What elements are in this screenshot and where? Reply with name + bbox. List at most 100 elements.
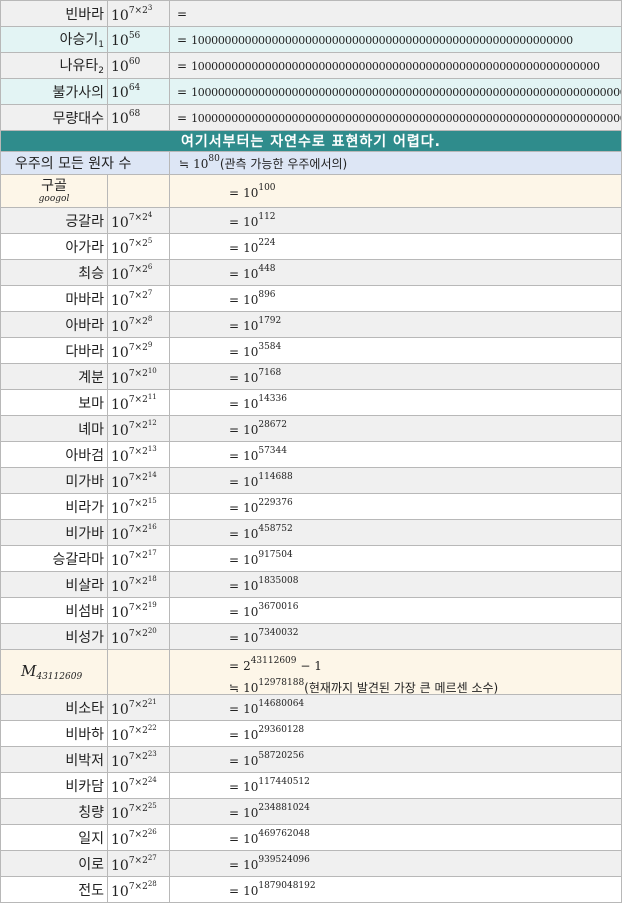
power-expr: 10896 <box>243 290 275 307</box>
table-row: 무량대수 1068 = 1000000000000000000000000000000… <box>0 104 622 131</box>
power-expr: 10234881024 <box>243 803 310 820</box>
power-base: 10 <box>243 754 259 768</box>
power-exponent: 7×220 <box>128 626 157 639</box>
power-expr: 1014680064 <box>243 699 304 716</box>
power-expr: 107×216 <box>111 523 157 543</box>
power-expr: 10112 <box>243 212 275 229</box>
power-exponent-inner: 18 <box>147 574 157 583</box>
googol-korean: 구골 <box>41 177 67 194</box>
power-base: 10 <box>111 266 129 283</box>
power-base: 10 <box>111 857 129 874</box>
power-base: 10 <box>111 753 129 770</box>
unit-name: 마바라 <box>0 285 108 312</box>
unit-value: = 1058720256 <box>169 746 622 773</box>
power-exponent: 7×29 <box>128 340 153 353</box>
power-base: 10 <box>243 553 259 567</box>
unit-power: 107×221 <box>107 694 170 721</box>
power-exponent: 939524096 <box>258 855 310 865</box>
power-exponent: 58720256 <box>258 751 305 761</box>
table-row: 최승 107×26 = 10448 <box>0 259 622 286</box>
power-base: 10 <box>111 883 129 900</box>
unit-value: = 103670016 <box>169 597 622 624</box>
power-exponent: 7×28 <box>128 314 153 327</box>
power-exponent-inner: 3 <box>147 3 153 12</box>
power-base: 10 <box>111 32 129 49</box>
mersenne-note: (현재까지 발견된 가장 큰 메르센 소수) <box>304 681 499 695</box>
power-base: 10 <box>243 832 259 846</box>
power-expr: 107×224 <box>111 776 157 796</box>
power-expr: 107×221 <box>111 697 157 718</box>
power-exponent-inner: 9 <box>147 340 153 349</box>
unit-power: 107×218 <box>107 571 170 598</box>
table-row: 빈바라 107×23 = <box>0 0 622 27</box>
equals-sign: = <box>229 371 240 385</box>
unit-power: 107×210 <box>107 363 170 390</box>
table-row: 구골 googol = 10100 <box>0 174 622 208</box>
table-row: 나유타2 1060 = 1000000000000000000000000000000… <box>0 52 622 79</box>
unit-power: 107×214 <box>107 467 170 494</box>
power-expr: 107340032 <box>243 628 298 645</box>
power-exponent-inner: 5 <box>147 236 153 245</box>
power-expr: 1028672 <box>243 420 287 437</box>
equals-sign: = <box>229 527 240 541</box>
power-exponent-inner: 7 <box>147 288 153 297</box>
equals-sign: = <box>229 501 240 515</box>
unit-value: = 100000000000000000000000000000000000000… <box>169 52 622 79</box>
power-expr: 107×212 <box>111 418 157 439</box>
power-expr: 10448 <box>243 264 275 281</box>
unit-power: 107×223 <box>107 746 170 773</box>
table-row: 보마 107×211 = 1014336 <box>0 389 622 416</box>
power-expr: 107×227 <box>111 854 157 874</box>
power-exponent-inner: 10 <box>147 366 157 375</box>
power-exponent: 234881024 <box>258 803 310 813</box>
power-exponent: 7×213 <box>128 444 157 457</box>
equals-sign: = <box>229 728 240 742</box>
unit-value: = 10224 <box>169 233 622 260</box>
power-exponent-inner: 16 <box>147 522 157 531</box>
unit-name: 승갈라마 <box>0 545 108 572</box>
table-row: 아승기1 1056 = 1000000000000000000000000000000… <box>0 26 622 53</box>
table-row: 마바라 107×27 = 10896 <box>0 285 622 312</box>
power-expr: 10100 <box>243 182 276 200</box>
unit-value: = 1014680064 <box>169 694 622 721</box>
power-base: 10 <box>243 293 259 307</box>
expanded-number: 1000000000000000000000000000000000000000… <box>191 85 622 99</box>
power-base: 10 <box>111 214 129 231</box>
power-exponent-inner: 4 <box>147 210 153 219</box>
power-base: 10 <box>111 526 129 543</box>
power-expr: 107168 <box>243 368 281 385</box>
power-base: 10 <box>243 475 259 489</box>
power-exponent-inner: 19 <box>147 600 157 609</box>
power-expr: 103584 <box>243 342 282 359</box>
power-exponent: 7×212 <box>128 418 157 431</box>
power-base: 10 <box>111 448 129 465</box>
power-base: 10 <box>243 241 259 255</box>
power-exponent: 7×225 <box>128 801 157 814</box>
unit-power: 107×227 <box>107 850 170 877</box>
unit-value: = 101835008 <box>169 571 622 598</box>
power-exponent: 7×221 <box>128 697 157 710</box>
power-exponent-inner: 15 <box>147 496 157 505</box>
unit-power: 1060 <box>107 52 170 79</box>
power-exponent: 100 <box>258 182 276 193</box>
table-row: 비소타 107×221 = 1014680064 <box>0 694 622 721</box>
power-exponent: 29360128 <box>258 725 305 735</box>
table-row: 여기서부터는 자연수로 표현하기 어렵다. <box>0 130 622 152</box>
table-row: 비박저 107×223 = 1058720256 <box>0 746 622 773</box>
power-exponent: 7×217 <box>128 548 157 561</box>
power-base: 10 <box>111 84 129 101</box>
power-exponent: 64 <box>128 82 141 93</box>
approx-sign: ≒ <box>229 681 240 695</box>
unit-power: 1056 <box>107 26 170 53</box>
power-base: 10 <box>111 422 129 439</box>
unit-name: 칭량 <box>0 798 108 825</box>
power-exponent-inner: 28 <box>147 879 157 888</box>
unit-power: 107×226 <box>107 824 170 851</box>
universe-label: 우주의 모든 원자 수 <box>0 151 170 175</box>
equals-sign: = <box>229 345 240 359</box>
power-exponent: 1792 <box>258 316 282 326</box>
power-exponent: 43112609 <box>250 656 297 666</box>
power-base: 10 <box>243 631 259 645</box>
power-exponent: 7×214 <box>128 470 157 483</box>
power-exponent: 3584 <box>258 342 282 352</box>
